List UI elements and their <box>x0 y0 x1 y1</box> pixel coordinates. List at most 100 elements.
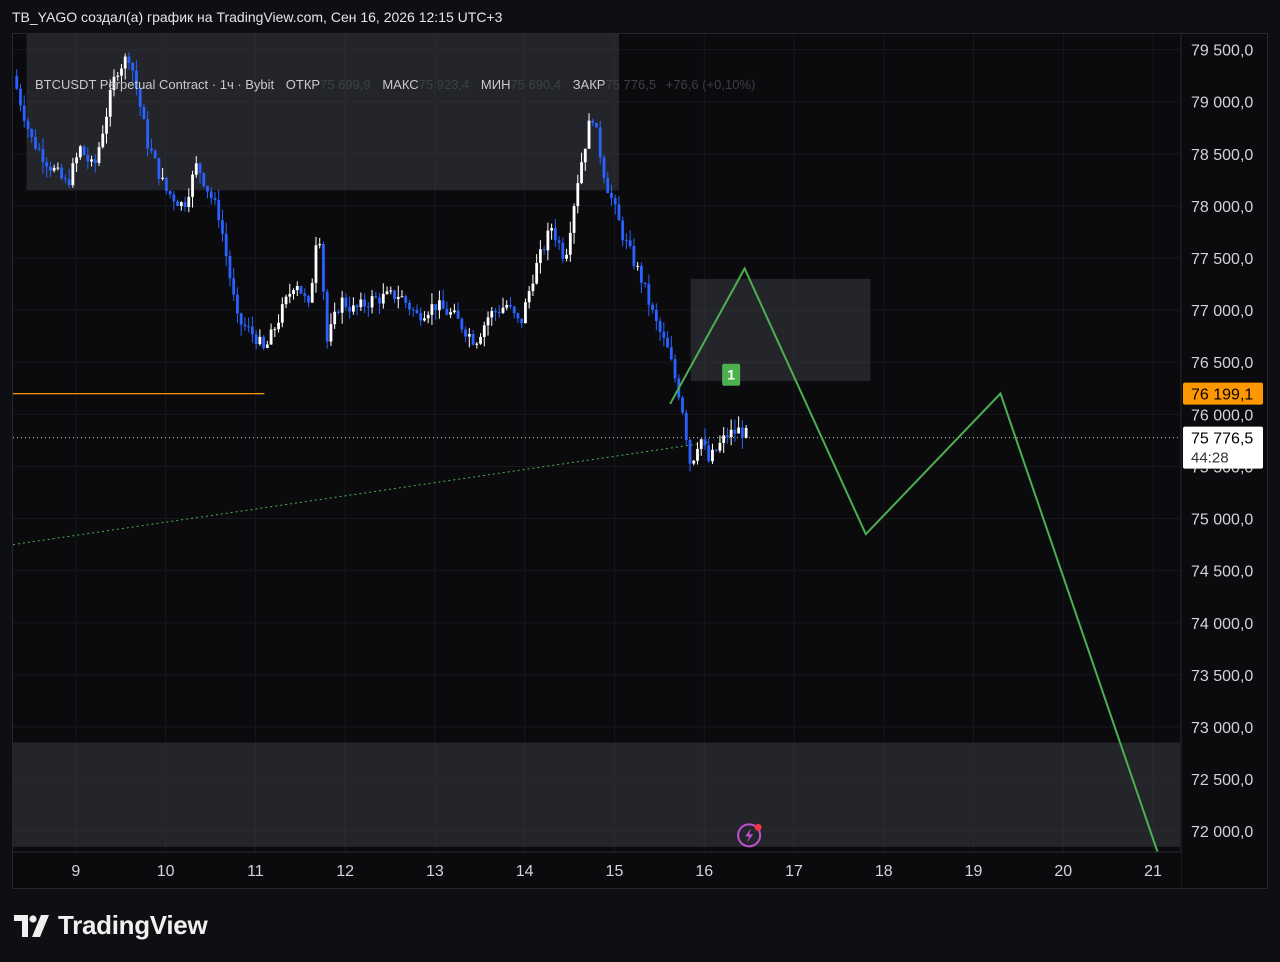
candle-body <box>628 240 632 246</box>
candle-body <box>602 157 606 178</box>
legend-change: +76,6 (+0,10%) <box>665 77 756 92</box>
chart-canvas[interactable]: 1 79 500,0 79 000,0 78 500,0 78 000,0 77 500… <box>13 34 1267 888</box>
candle-body <box>718 442 722 451</box>
candle-body <box>351 305 355 312</box>
candle-body <box>486 317 490 326</box>
legend-low-value: 75 690,4 <box>510 77 562 92</box>
candle-body <box>639 265 643 283</box>
brand-wordmark: TradingView <box>58 910 208 940</box>
tradingview-logo[interactable]: TradingView <box>14 910 208 941</box>
candle-body <box>60 167 64 179</box>
candle-body <box>378 297 381 304</box>
time-axis[interactable]: 9 10 11 12 13 14 15 16 17 18 19 20 21 <box>13 851 1181 888</box>
candle-body <box>22 105 26 121</box>
price-tick-label: 76 000,0 <box>1191 407 1253 424</box>
candle-body <box>654 309 658 322</box>
candle-body <box>497 311 501 313</box>
candle-body <box>561 242 565 259</box>
candle-body <box>565 254 568 259</box>
candle-body <box>228 256 232 279</box>
candle-body <box>423 318 426 321</box>
candle-body <box>669 347 673 360</box>
alert-price-label: 76 199,1 <box>1191 387 1253 404</box>
candle-body <box>236 294 239 314</box>
candle-body <box>606 177 610 193</box>
candle-body <box>209 191 213 199</box>
time-tick-label: 14 <box>516 863 534 880</box>
candle-body <box>621 220 625 241</box>
candle-body <box>67 179 71 186</box>
candle-body <box>426 314 430 319</box>
candle-body <box>389 290 393 292</box>
candle-body <box>610 192 613 199</box>
candle-body <box>333 311 337 325</box>
candle-body <box>699 439 703 449</box>
candle-body <box>45 162 49 167</box>
candle-body <box>149 148 153 151</box>
zone-rectangle <box>26 34 619 191</box>
price-tick-label: 74 000,0 <box>1191 616 1253 633</box>
candle-body <box>322 244 325 292</box>
time-tick-label: 9 <box>71 863 80 880</box>
candle-body <box>684 412 688 441</box>
candle-body <box>452 310 456 313</box>
candle-body <box>194 163 198 175</box>
price-tick-label: 78 000,0 <box>1191 199 1253 216</box>
candle-body <box>337 311 340 313</box>
candle-body <box>344 297 348 308</box>
candle-body <box>445 308 449 315</box>
candle-body <box>568 232 572 255</box>
time-tick-label: 13 <box>426 863 444 880</box>
price-tick-label: 79 000,0 <box>1191 95 1253 112</box>
time-tick-label: 17 <box>785 863 803 880</box>
candle-body <box>15 75 19 89</box>
candle-body <box>617 204 621 221</box>
candle-body <box>123 56 127 69</box>
candle-body <box>164 177 168 192</box>
candle-body <box>127 56 131 63</box>
candle-body <box>591 120 595 123</box>
candle-body <box>370 296 374 308</box>
candle-body <box>273 329 277 331</box>
candle-body <box>280 304 284 323</box>
candle-body <box>666 337 669 348</box>
price-tick-label: 77 500,0 <box>1191 251 1253 268</box>
price-tick-label: 79 500,0 <box>1191 43 1253 60</box>
candle-body <box>75 157 78 164</box>
candle-body <box>355 305 359 308</box>
candle-body <box>509 304 512 307</box>
candle-body <box>179 202 183 207</box>
candle-body <box>538 249 542 263</box>
candle-body <box>105 116 108 134</box>
time-tick-label: 12 <box>336 863 354 880</box>
time-tick-label: 15 <box>606 863 624 880</box>
candle-body <box>86 155 90 162</box>
time-tick-label: 10 <box>157 863 175 880</box>
candle-body <box>239 313 243 325</box>
candle-body <box>292 290 295 294</box>
candle-body <box>71 163 75 186</box>
price-tick-label: 73 000,0 <box>1191 720 1253 737</box>
candle-body <box>63 178 67 180</box>
candle-body <box>490 311 494 318</box>
candle-body <box>221 220 224 234</box>
candle-body <box>146 119 150 149</box>
price-tick-label: 78 500,0 <box>1191 147 1253 164</box>
candle-body <box>318 244 322 246</box>
candle-body <box>396 296 400 300</box>
candle-body <box>41 149 45 163</box>
candle-body <box>176 201 179 207</box>
candle-body <box>658 321 662 332</box>
price-tick-label: 74 500,0 <box>1191 564 1253 581</box>
candle-body <box>191 174 194 197</box>
candle-body <box>198 163 202 174</box>
candle-body <box>381 293 385 304</box>
candle-body <box>359 299 363 308</box>
candle-body <box>307 296 310 303</box>
candle-body <box>284 296 288 305</box>
time-tick-label: 18 <box>875 863 893 880</box>
legend-close-label: ЗАКР <box>572 77 606 92</box>
candle-body <box>613 198 617 205</box>
trendline <box>13 441 709 546</box>
chart-frame[interactable]: 1 79 500,0 79 000,0 78 500,0 78 000,0 77 500… <box>12 33 1268 889</box>
